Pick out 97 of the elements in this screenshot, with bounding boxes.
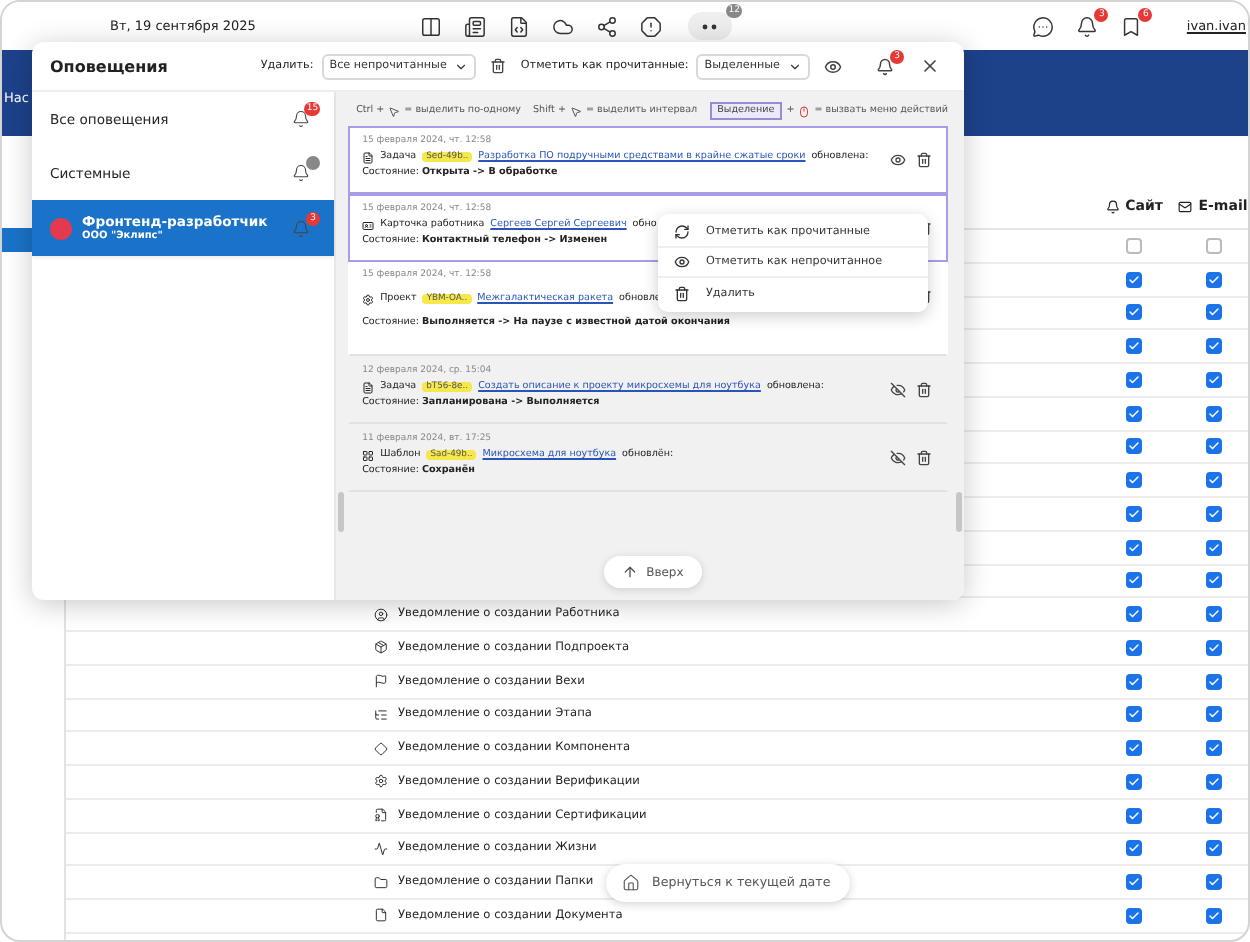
checkbox[interactable]: [1205, 505, 1221, 522]
checkbox[interactable]: [1205, 405, 1221, 422]
eye-off-icon[interactable]: [890, 382, 906, 398]
checkbox[interactable]: [1126, 271, 1142, 288]
user-icon: [374, 607, 388, 622]
grid-icon: [362, 449, 375, 461]
checkbox[interactable]: [1205, 706, 1221, 723]
alert-icon[interactable]: [640, 15, 662, 37]
eye-icon[interactable]: [890, 152, 906, 168]
chevron-down-icon: [454, 59, 469, 73]
eye-icon: [674, 254, 690, 270]
cloud-icon[interactable]: [552, 15, 574, 37]
checkbox[interactable]: [1126, 472, 1142, 489]
home-icon: [622, 874, 640, 892]
more-button[interactable]: [688, 12, 732, 40]
checkbox[interactable]: [1126, 807, 1142, 824]
flag-icon: [374, 674, 388, 689]
checkbox[interactable]: [1205, 371, 1221, 388]
pulse-icon: [374, 841, 388, 856]
arrow-up-icon: [622, 564, 639, 580]
checkbox[interactable]: [1205, 472, 1221, 489]
checkbox[interactable]: [1205, 807, 1221, 824]
checkbox[interactable]: [1205, 907, 1221, 924]
checkbox[interactable]: [1205, 237, 1221, 254]
checkbox[interactable]: [1126, 606, 1142, 623]
bookmark-icon[interactable]: [1120, 15, 1143, 37]
checkbox[interactable]: [1126, 907, 1142, 924]
checkbox[interactable]: [1126, 371, 1142, 388]
checkbox[interactable]: [1126, 405, 1142, 422]
newspaper-icon[interactable]: [464, 15, 486, 37]
close-icon[interactable]: [920, 56, 940, 76]
bell-icon: [292, 110, 311, 128]
checkbox[interactable]: [1205, 438, 1221, 455]
columns-icon[interactable]: [420, 15, 442, 37]
more-icon: [702, 23, 718, 29]
diamond-icon: [374, 741, 388, 756]
trash-icon[interactable]: [916, 382, 932, 398]
checkbox[interactable]: [1205, 338, 1221, 355]
chat-icon[interactable]: [1032, 15, 1055, 37]
checkbox[interactable]: [1126, 539, 1142, 556]
cursor-icon: [388, 105, 401, 117]
checkbox[interactable]: [1126, 338, 1142, 355]
checkbox[interactable]: [1205, 673, 1221, 690]
checkbox[interactable]: [1126, 740, 1142, 757]
tree-icon: [374, 707, 388, 722]
refresh-icon: [674, 224, 690, 240]
checkbox[interactable]: [1126, 673, 1142, 690]
checkbox[interactable]: [1126, 773, 1142, 790]
checkbox[interactable]: [1205, 572, 1221, 589]
id-card-icon: [362, 219, 375, 231]
checkbox[interactable]: [1126, 505, 1142, 522]
checkbox[interactable]: [1205, 840, 1221, 857]
trash-icon[interactable]: [490, 58, 507, 74]
eye-off-icon[interactable]: [890, 450, 906, 466]
checkbox[interactable]: [1126, 572, 1142, 589]
popup-title: Оповещения: [50, 57, 170, 75]
bell-icon: [1105, 199, 1120, 213]
trash-icon[interactable]: [916, 152, 932, 168]
share-icon[interactable]: [596, 15, 618, 37]
checkbox[interactable]: [1205, 539, 1221, 556]
file-icon: [374, 908, 388, 923]
mail-icon: [1178, 199, 1193, 213]
checkbox[interactable]: [1205, 874, 1221, 891]
scrollbar[interactable]: [338, 492, 345, 532]
bell-icon: [292, 164, 311, 182]
checkbox[interactable]: [1205, 773, 1221, 790]
checkbox[interactable]: [1126, 304, 1142, 321]
certificate-icon: [374, 808, 388, 823]
mouse-icon: [798, 105, 811, 117]
gear-icon: [362, 293, 375, 305]
bell-icon[interactable]: [876, 57, 894, 75]
checkbox[interactable]: [1205, 639, 1221, 656]
checkbox[interactable]: [1126, 874, 1142, 891]
document-icon: [362, 381, 375, 393]
checkbox[interactable]: [1126, 840, 1142, 857]
bell-icon[interactable]: [1076, 15, 1099, 37]
checkbox[interactable]: [1205, 740, 1221, 757]
trash-icon[interactable]: [916, 450, 932, 466]
folder-icon: [374, 875, 388, 890]
checkbox[interactable]: [1126, 639, 1142, 656]
scrollbar[interactable]: [956, 492, 962, 532]
checkbox[interactable]: [1126, 438, 1142, 455]
checkbox[interactable]: [1126, 706, 1142, 723]
code-file-icon[interactable]: [508, 15, 530, 37]
checkbox[interactable]: [1126, 237, 1142, 254]
checkbox[interactable]: [1205, 304, 1221, 321]
document-icon: [362, 151, 375, 163]
avatar: [50, 217, 72, 239]
chevron-down-icon: [788, 59, 802, 73]
checkbox[interactable]: [1205, 606, 1221, 623]
checkbox[interactable]: [1205, 271, 1221, 288]
package-icon: [374, 640, 388, 655]
bell-icon: [292, 219, 311, 237]
eye-icon[interactable]: [824, 57, 842, 75]
cursor-icon: [569, 105, 582, 117]
trash-icon: [674, 285, 690, 301]
gear-icon: [374, 774, 388, 789]
